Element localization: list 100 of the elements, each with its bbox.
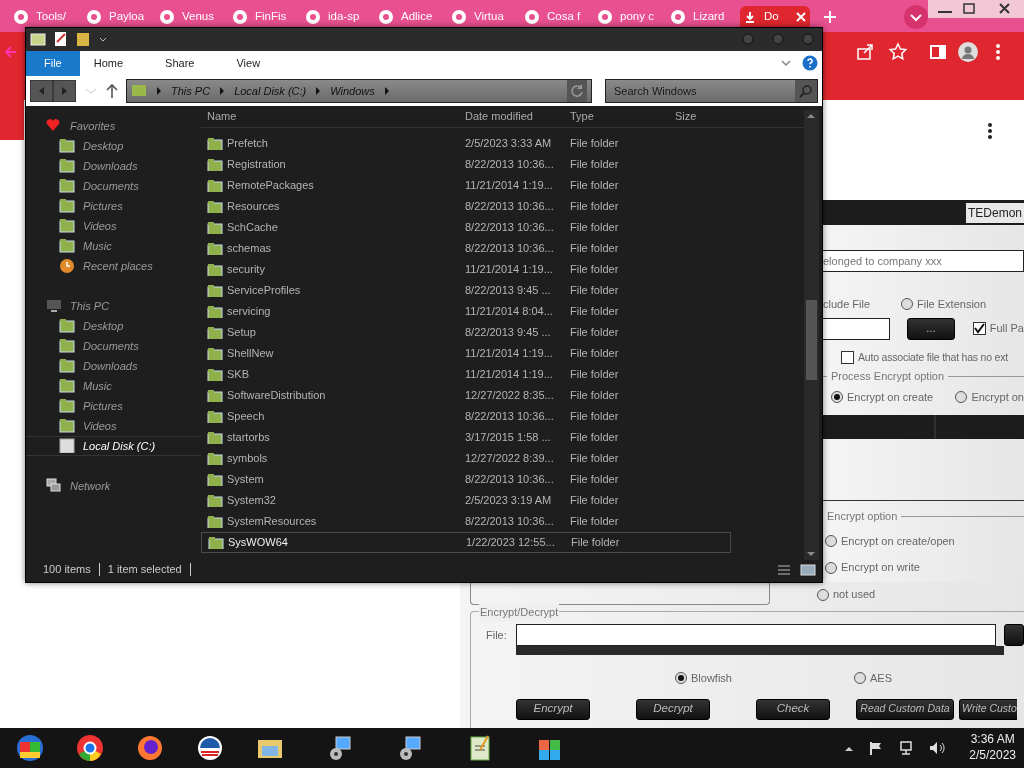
sidebar-item[interactable]: Documents [26,175,201,196]
breadcrumb-item[interactable]: Windows [330,82,375,100]
back-forward-icon[interactable] [30,79,76,102]
file-row[interactable]: Prefetch 2/5/2023 3:33 AM File folder [201,132,731,154]
browser-tab[interactable]: Payloa [83,6,155,27]
file-row[interactable]: security 11/21/2014 1:19... File folder [201,258,731,280]
file-row[interactable]: Setup 8/22/2013 9:45 ... File folder [201,321,731,343]
browser-tab[interactable]: Venus [156,6,228,27]
file-row[interactable]: System 8/22/2013 10:36... File folder [201,468,731,490]
expand-icon[interactable] [780,58,792,69]
round-logo-icon[interactable] [196,734,224,762]
file-field[interactable] [515,624,997,646]
column-header[interactable]: Name [201,108,459,125]
sidebar-item[interactable]: This PC [26,295,201,316]
refresh-icon[interactable] [567,79,587,102]
fox-logo-icon[interactable] [136,734,164,762]
action-button[interactable]: Decrypt [636,698,710,720]
file-row[interactable]: servicing 11/21/2014 8:04... File folder [201,300,731,322]
close-icon[interactable] [796,11,806,22]
file-row[interactable]: SKB 11/21/2014 1:19... File folder [201,363,731,385]
browser-tab[interactable]: Adlice [375,6,447,27]
browse-button[interactable] [1004,624,1024,646]
chevron-icon[interactable] [382,85,391,96]
file-row[interactable]: SchCache 8/22/2013 10:36... File folder [201,216,731,238]
list-header[interactable] [823,415,1024,440]
sidebar-item[interactable]: Desktop [26,315,201,336]
window-controls-icon[interactable] [928,0,1024,18]
radio-option[interactable]: Encrypt on write [825,559,1024,576]
sidebar-item[interactable]: Music [26,235,201,256]
search-box[interactable]: Search Windows [605,78,818,103]
ribbon-tab[interactable]: Share [151,50,223,76]
ring-logo-icon[interactable] [76,734,104,762]
chevron-icon[interactable] [155,85,163,96]
sidebar-item[interactable]: Music [26,375,201,396]
file-row[interactable]: ShellNew 11/21/2014 1:19... File folder [201,342,731,364]
browser-tab[interactable]: FinFis [229,6,301,27]
new-folder-icon[interactable] [76,31,90,48]
radio-option[interactable]: Encrypt on create [831,388,956,406]
file-row[interactable]: symbols 12/27/2022 8:39... File folder [201,447,731,469]
file-row[interactable]: RemotePackages 11/21/2014 1:19... File folder [201,174,731,196]
column-header[interactable]: Date modified [459,108,564,125]
folder-icon[interactable] [30,32,46,47]
radio-option[interactable]: File Extension [901,296,987,313]
file-row[interactable]: startorbs 3/17/2015 1:58 ... File folder [201,426,731,448]
radio-option[interactable]: Encrypt on [955,388,1024,406]
scrollbar[interactable] [804,109,819,560]
browser-tab[interactable]: Lizard [667,6,739,27]
ribbon-tab[interactable]: Home [79,50,152,76]
file-row[interactable]: Registration 8/22/2013 10:36... File folder [201,153,731,175]
breadcrumb-item[interactable]: This PC [171,82,211,100]
sidebar-item[interactable]: Favorites [26,115,201,136]
star-icon[interactable] [888,42,908,62]
action-button[interactable]: Read Custom Data [856,698,954,720]
up-arrow-icon[interactable] [106,82,118,99]
address-bar[interactable]: This PC Local Disk (C:) Windows [126,78,592,103]
file-row[interactable]: Speech 8/22/2013 10:36... File folder [201,405,731,427]
sidebar-item[interactable]: Local Disk (C:) [26,435,201,456]
file-row[interactable]: SoftwareDistribution 12/27/2022 8:35... File folder [201,384,731,406]
radio-option[interactable]: Encrypt on create/open [825,532,1024,550]
sidebar-item[interactable]: Pictures [26,195,201,216]
search-field[interactable]: Search Windows [606,81,795,100]
action-button[interactable]: Write Custo [959,698,1017,720]
sidebar-item[interactable]: Recent places [26,255,201,276]
sidebar-item[interactable]: Network [26,475,201,496]
column-header[interactable]: Type [564,108,669,125]
menu-icon[interactable] [987,122,993,140]
profile-icon[interactable] [958,42,978,62]
file-row[interactable]: ServiceProfiles 8/22/2013 9:45 ... File folder [201,279,731,301]
sidebar-item[interactable]: Documents [26,335,201,356]
flag-icon[interactable] [869,741,884,755]
details-view-icon[interactable] [776,562,792,577]
browse-button[interactable]: ... [907,317,955,340]
sidebar-item[interactable]: Desktop [26,135,201,156]
caret-icon[interactable] [845,745,854,751]
breadcrumb-item[interactable]: Local Disk (C:) [234,82,307,100]
file-row[interactable]: schemas 8/22/2013 10:36... File folder [201,237,731,259]
action-button[interactable]: Check [756,698,830,720]
sidebar-item[interactable]: Videos [26,215,201,236]
tab-search-icon[interactable] [904,5,928,29]
network-icon[interactable] [899,741,914,755]
browser-tab[interactable]: Tools/ [10,6,82,27]
sidebar-item[interactable]: Pictures [26,395,201,416]
radio-option[interactable]: Blowfish [675,670,732,687]
checkbox-option[interactable]: Auto associate file that has no ext [841,349,1024,366]
speaker-icon[interactable] [929,741,946,755]
sidebar-item[interactable]: Downloads [26,355,201,376]
file-row[interactable]: SystemResources 8/22/2013 10:36... File folder [201,510,731,532]
chevron-icon[interactable] [218,85,227,96]
tiles-view-icon[interactable] [800,562,816,577]
checkbox-option[interactable]: Full Pa [972,320,1024,337]
new-tab-icon[interactable] [823,10,837,24]
text-field[interactable]: elonged to company xxx [823,250,1024,272]
action-button[interactable]: Encrypt [516,698,590,720]
sidebar-item[interactable]: Videos [26,415,201,436]
clock-time[interactable]: 3:36 AM [970,732,1015,748]
file-row[interactable]: System32 2/5/2023 3:19 AM File folder [201,489,731,511]
browser-tab[interactable]: Virtua [448,6,520,27]
chevron-icon[interactable] [314,85,323,96]
properties-icon[interactable] [54,31,68,48]
sidebar-icon[interactable] [928,42,948,62]
